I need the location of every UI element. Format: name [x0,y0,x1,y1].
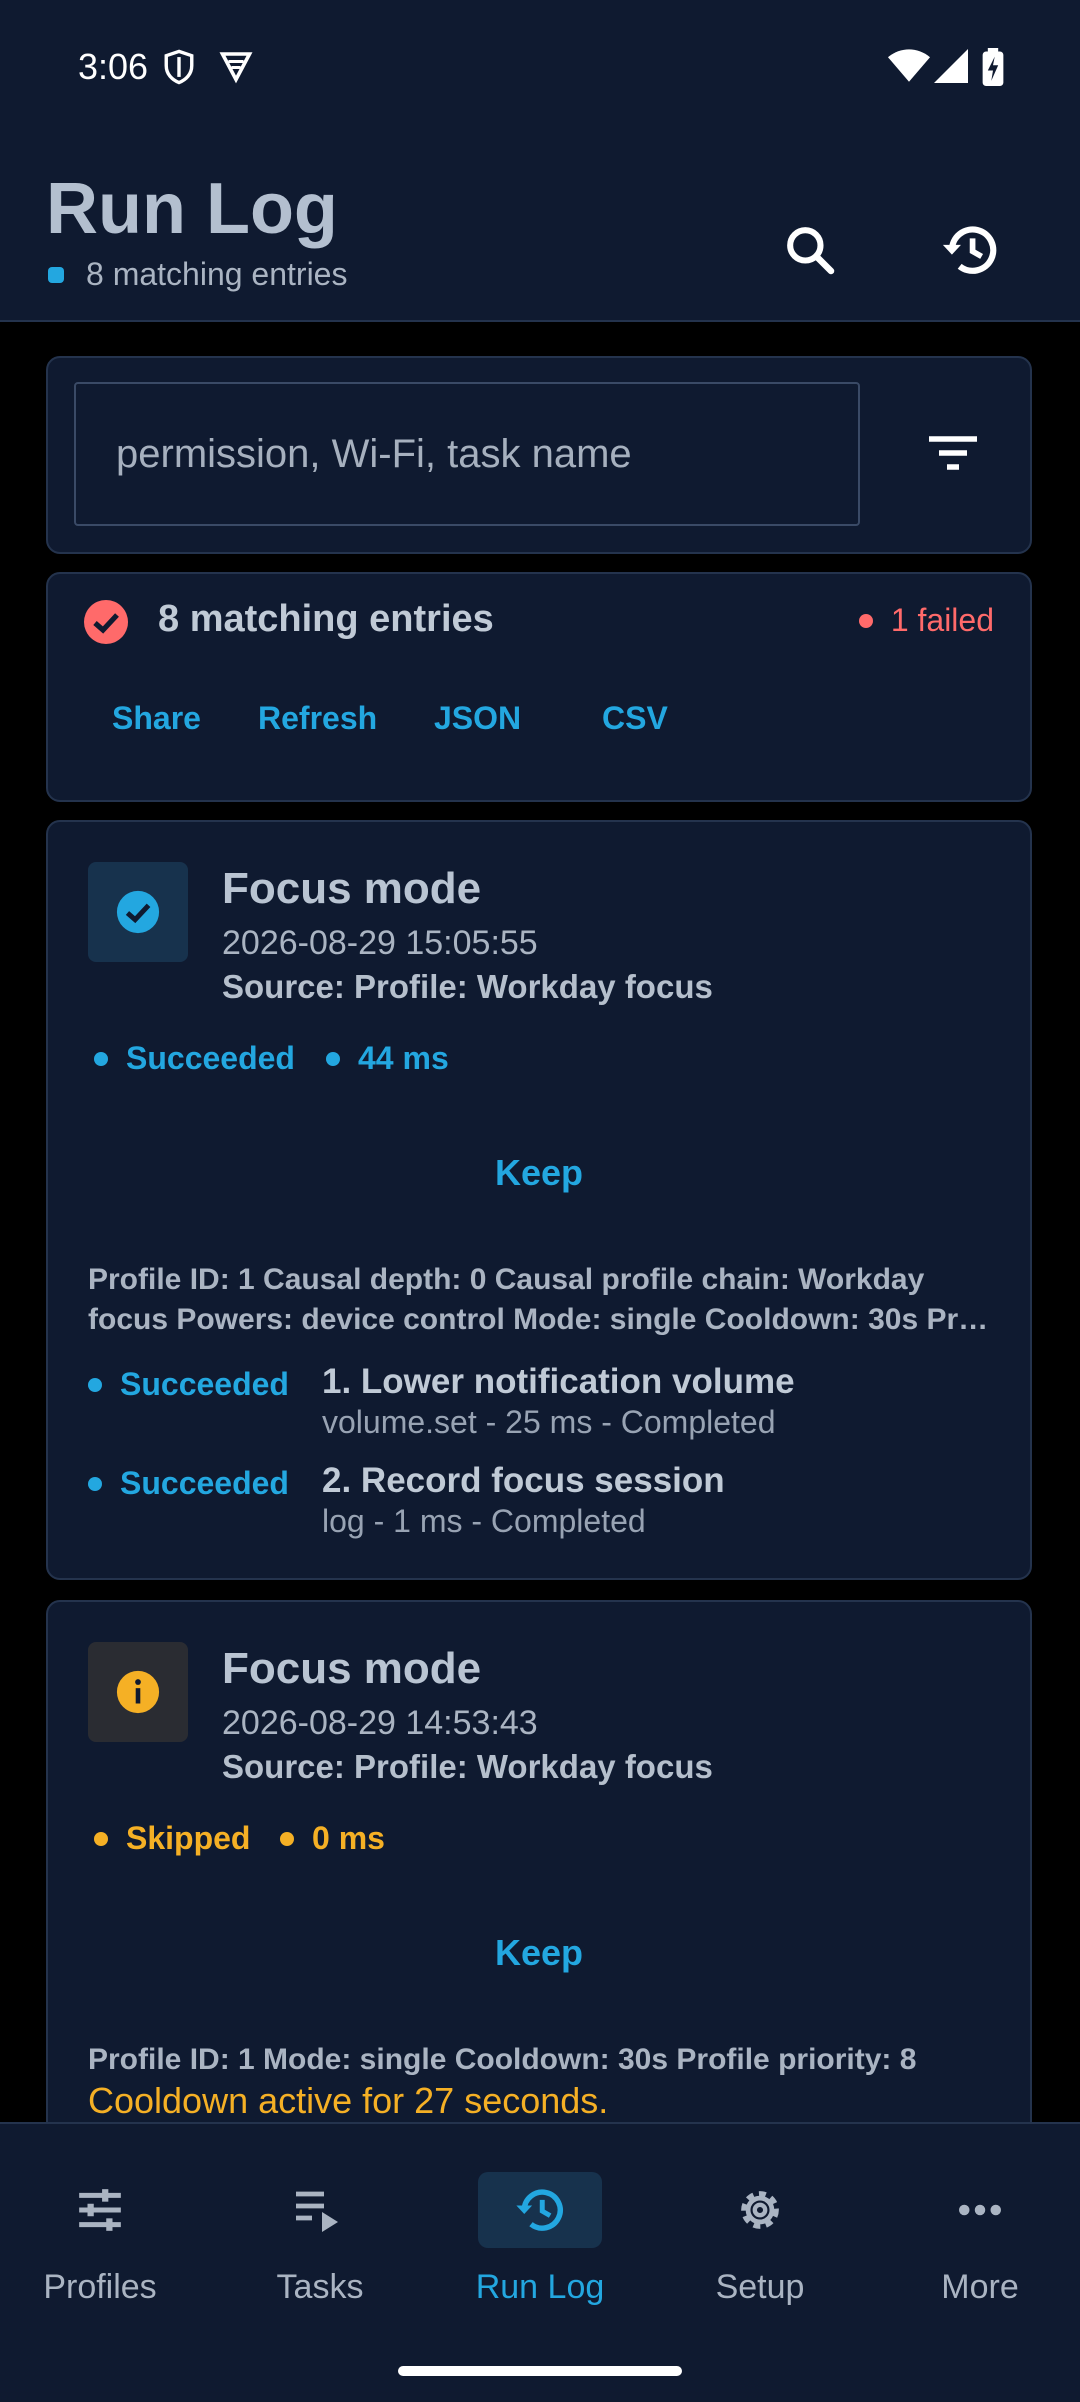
status-bar: 3:06 [0,0,1080,140]
bottom-navigation: Profiles Tasks Run Log Setup More [0,2122,1080,2402]
step-status: Succeeded [88,1465,289,1502]
status-time: 3:06 [78,46,149,87]
entries-indicator-dot [48,267,64,283]
duration-chip: 0 ms [280,1820,385,1857]
entry-details-line1: Profile ID: 1 Causal depth: 0 Causal pro… [88,1263,925,1296]
step-subtitle: log - 1 ms - Completed [322,1503,646,1539]
search-input[interactable] [76,384,858,524]
search-field[interactable] [74,382,860,526]
failed-badge: 1 failed [858,602,994,639]
filter-button[interactable] [898,398,1008,508]
nav-label: Tasks [276,2268,364,2306]
more-icon [959,2204,1001,2216]
signal-icon [934,48,968,89]
summary-title: 8 matching entries [158,598,494,640]
filter-icon [929,436,977,470]
step-subtitle: volume.set - 25 ms - Completed [322,1404,776,1440]
skipped-icon-tile [88,1642,188,1742]
page-title: Run Log [46,169,338,249]
nav-label: Profiles [43,2268,157,2306]
app-bar: Run Log 8 matching entries [0,140,1080,322]
cooldown-warning: Cooldown active for 27 seconds. [88,2080,609,2121]
step-title: 2. Record focus session [322,1461,725,1500]
info-icon [116,1670,160,1714]
search-icon [787,227,835,275]
playlist-icon [296,2191,338,2232]
entry-source: Source: Profile: Workday focus [222,968,713,1005]
gear-icon [741,2191,779,2229]
entry-datetime: 2026-08-29 15:05:55 [222,924,538,962]
status-chip: Skipped [94,1820,250,1857]
history-button[interactable] [920,200,1020,300]
nav-label: Run Log [475,2268,605,2306]
entry-details-line2: focus Powers: device control Mode: singl… [88,1303,989,1336]
search-button[interactable] [760,200,860,300]
keep-button[interactable]: Keep [48,1152,1030,1194]
share-button[interactable]: Share [112,700,201,737]
entry-datetime: 2026-08-29 14:53:43 [222,1704,538,1742]
csv-button[interactable]: CSV [602,700,668,737]
entry-source: Source: Profile: Workday focus [222,1748,713,1785]
search-card [46,356,1032,554]
entry-title: Focus mode [222,864,482,913]
json-button[interactable]: JSON [434,700,521,737]
check-circle-icon [82,598,130,651]
home-indicator[interactable] [398,2366,682,2376]
success-icon-tile [88,862,188,962]
entry-title: Focus mode [222,1644,482,1693]
nav-item-more[interactable]: More [890,2172,1070,2312]
keep-button[interactable]: Keep [48,1932,1030,1974]
entry-details-line1: Profile ID: 1 Mode: single Cooldown: 30s… [88,2043,917,2076]
wifi-icon [888,48,930,89]
run-entry-card[interactable]: Focus mode 2026-08-29 15:05:55 Source: P… [46,820,1032,1580]
step-title: 1. Lower notification volume [322,1362,795,1401]
nav-item-tasks[interactable]: Tasks [230,2172,410,2312]
step-status: Succeeded [88,1366,289,1403]
nav-item-profiles[interactable]: Profiles [10,2172,190,2312]
battery-icon [982,48,1004,91]
refresh-button[interactable]: Refresh [258,700,377,737]
status-chip: Succeeded [94,1040,295,1077]
sliders-icon [79,2189,121,2231]
history-icon [516,2189,563,2231]
summary-card: 8 matching entries 1 failed Share Refres… [46,572,1032,802]
history-icon [942,226,997,274]
nav-label: More [941,2268,1019,2306]
shield-icon [162,48,196,91]
run-entry-card[interactable]: Focus mode 2026-08-29 14:53:43 Source: P… [46,1600,1032,2160]
duration-chip: 44 ms [326,1040,449,1077]
vpn-icon [218,48,254,89]
nav-label: Setup [715,2268,805,2306]
nav-item-run-log[interactable]: Run Log [450,2172,630,2312]
nav-item-setup[interactable]: Setup [670,2172,850,2312]
check-circle-icon [116,890,160,934]
page-subtitle: 8 matching entries [86,256,348,292]
